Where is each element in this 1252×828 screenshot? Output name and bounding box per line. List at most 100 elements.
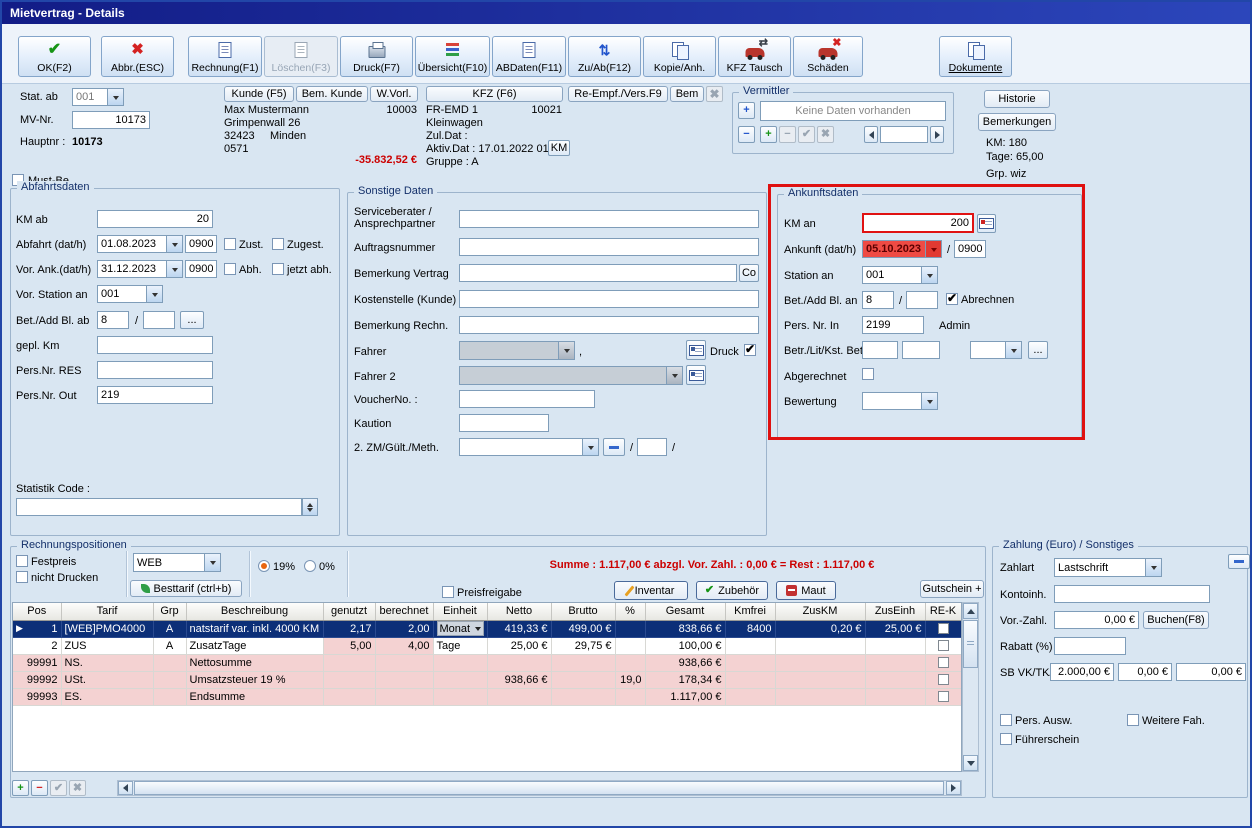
sb-input3[interactable]: [1176, 663, 1246, 681]
zahlung-minus-button[interactable]: [1228, 554, 1250, 569]
mv-nr-input[interactable]: [72, 111, 150, 129]
statistik-spinner[interactable]: [302, 498, 318, 516]
vor-station-select[interactable]: 001: [97, 285, 163, 303]
vermittler-remove-button[interactable]: −: [738, 126, 755, 143]
ok-button[interactable]: ✔ OK(F2): [18, 36, 91, 77]
serviceberater-input[interactable]: [459, 210, 759, 228]
abgerechnet-checkbox[interactable]: [862, 368, 874, 380]
inventar-button[interactable]: Inventar: [614, 581, 688, 600]
weitere-fah-checkbox[interactable]: [1127, 714, 1139, 726]
bewertung-select[interactable]: [862, 392, 938, 410]
stat-ab-select[interactable]: 001: [72, 88, 124, 106]
chevron-down-icon[interactable]: [1005, 342, 1021, 358]
historie-button[interactable]: Historie: [984, 90, 1050, 108]
station-an-select[interactable]: 001: [862, 266, 938, 284]
einheit-select[interactable]: Monat: [437, 621, 484, 636]
zuab-button[interactable]: ⇅ Zu/Ab(F12): [568, 36, 641, 77]
zm-dash-button[interactable]: [603, 438, 625, 456]
vermittler-add-button[interactable]: +: [738, 102, 755, 119]
scroll-down-button[interactable]: [963, 755, 978, 771]
festpreis-checkbox[interactable]: [16, 555, 28, 567]
fuehrerschein-checkbox[interactable]: [1000, 733, 1012, 745]
zm-select[interactable]: [459, 438, 599, 456]
buchen-button[interactable]: Buchen(F8): [1143, 611, 1209, 629]
bet-add-ab-input1[interactable]: [97, 311, 129, 329]
chevron-down-icon[interactable]: [204, 554, 220, 571]
table-row[interactable]: 99991 NS. Nettosumme 938,66 €: [13, 654, 961, 671]
ankunft-time-input[interactable]: [954, 240, 986, 258]
table-row[interactable]: 99992 USt. Umsatzsteuer 19 % 938,66 € 19…: [13, 671, 961, 688]
vat0-radio[interactable]: [304, 560, 316, 572]
bemerkung-rechn-input[interactable]: [459, 316, 759, 334]
scroll-thumb[interactable]: [963, 620, 978, 668]
co-button[interactable]: Co: [739, 264, 759, 282]
re-empf-button[interactable]: Re-Empf./Vers.F9: [568, 86, 668, 102]
gutschein-button[interactable]: Gutschein +: [920, 580, 984, 598]
chevron-down-icon[interactable]: [925, 241, 941, 257]
fahrer-card-button[interactable]: [686, 340, 706, 360]
persnr-out-input[interactable]: [97, 386, 213, 404]
scroll-left-button[interactable]: [118, 781, 133, 795]
vor-ank-time-input[interactable]: [185, 260, 217, 278]
zm-input2[interactable]: [637, 438, 667, 456]
row-remove-button[interactable]: −: [31, 780, 48, 796]
km-an-input[interactable]: [862, 213, 974, 233]
chevron-down-icon[interactable]: [146, 286, 162, 302]
zust-checkbox[interactable]: [224, 238, 236, 250]
kunde-button[interactable]: Kunde (F5): [224, 86, 294, 102]
gepl-km-input[interactable]: [97, 336, 213, 354]
pers-ausw-checkbox[interactable]: [1000, 714, 1012, 726]
km-ab-input[interactable]: [97, 210, 213, 228]
zubehoer-button[interactable]: ✔Zubehör: [696, 581, 768, 600]
vor-ank-date-select[interactable]: 31.12.2023: [97, 260, 183, 278]
betr-select[interactable]: [970, 341, 1022, 359]
scroll-thumb[interactable]: [134, 781, 944, 795]
persnr-res-input[interactable]: [97, 361, 213, 379]
bet-add-an-input1[interactable]: [862, 291, 894, 309]
rek-checkbox[interactable]: [938, 674, 949, 685]
rechnung-button[interactable]: Rechnung(F1): [188, 36, 262, 77]
chevron-down-icon[interactable]: [107, 89, 123, 105]
betr-more-button[interactable]: ...: [1028, 341, 1048, 359]
scroll-right-button[interactable]: [946, 781, 961, 795]
vermittler-new-button[interactable]: +: [760, 126, 777, 143]
preisfreigabe-checkbox[interactable]: [442, 586, 454, 598]
bet-add-ab-more-button[interactable]: ...: [180, 311, 204, 329]
nicht-drucken-checkbox[interactable]: [16, 571, 28, 583]
besttarif-button[interactable]: Besttarif (ctrl+b): [130, 580, 242, 597]
rek-checkbox[interactable]: [938, 640, 949, 651]
pers-nr-in-input[interactable]: [862, 316, 924, 334]
betr-input2[interactable]: [902, 341, 940, 359]
chevron-down-icon[interactable]: [582, 439, 598, 455]
bet-add-an-input2[interactable]: [906, 291, 938, 309]
chevron-down-icon[interactable]: [921, 267, 937, 283]
maut-button[interactable]: Maut: [776, 581, 836, 600]
rek-checkbox[interactable]: [938, 623, 949, 634]
row-add-button[interactable]: +: [12, 780, 29, 796]
bem-kunde-button[interactable]: Bem. Kunde: [296, 86, 368, 102]
km-transfer-button[interactable]: [977, 214, 996, 233]
vat19-radio[interactable]: [258, 560, 270, 572]
zahlart-select[interactable]: Lastschrift: [1054, 558, 1162, 577]
bemerkung-vertrag-input[interactable]: [459, 264, 737, 282]
abrechnen-checkbox[interactable]: [946, 293, 958, 305]
chevron-down-icon[interactable]: [166, 261, 182, 277]
kopie-anh-button[interactable]: Kopie/Anh.: [643, 36, 716, 77]
bet-add-ab-input2[interactable]: [143, 311, 175, 329]
km-button[interactable]: KM: [548, 140, 570, 156]
auftragsnummer-input[interactable]: [459, 238, 759, 256]
sb-input1[interactable]: [1050, 663, 1114, 681]
betr-input1[interactable]: [862, 341, 898, 359]
table-row[interactable]: 99993 ES. Endsumme 1.117,00 €: [13, 688, 961, 705]
table-row[interactable]: ▶1 [WEB]PMO4000 A natstarif var. inkl. 4…: [13, 620, 961, 637]
tarif-gruppe-select[interactable]: WEB: [133, 553, 221, 572]
vermittler-nav-field[interactable]: [880, 126, 928, 143]
statistik-code-input[interactable]: [16, 498, 302, 516]
table-row[interactable]: 2 ZUS A ZusatzTage 5,00 4,00 Tage 25,00 …: [13, 637, 961, 654]
vermittler-prev-button[interactable]: [864, 126, 878, 143]
kfz-tausch-button[interactable]: ⇄ KFZ Tausch: [718, 36, 791, 77]
kontoinh-input[interactable]: [1054, 585, 1210, 603]
zugest-checkbox[interactable]: [272, 238, 284, 250]
chevron-down-icon[interactable]: [166, 236, 182, 252]
kostenstelle-input[interactable]: [459, 290, 759, 308]
